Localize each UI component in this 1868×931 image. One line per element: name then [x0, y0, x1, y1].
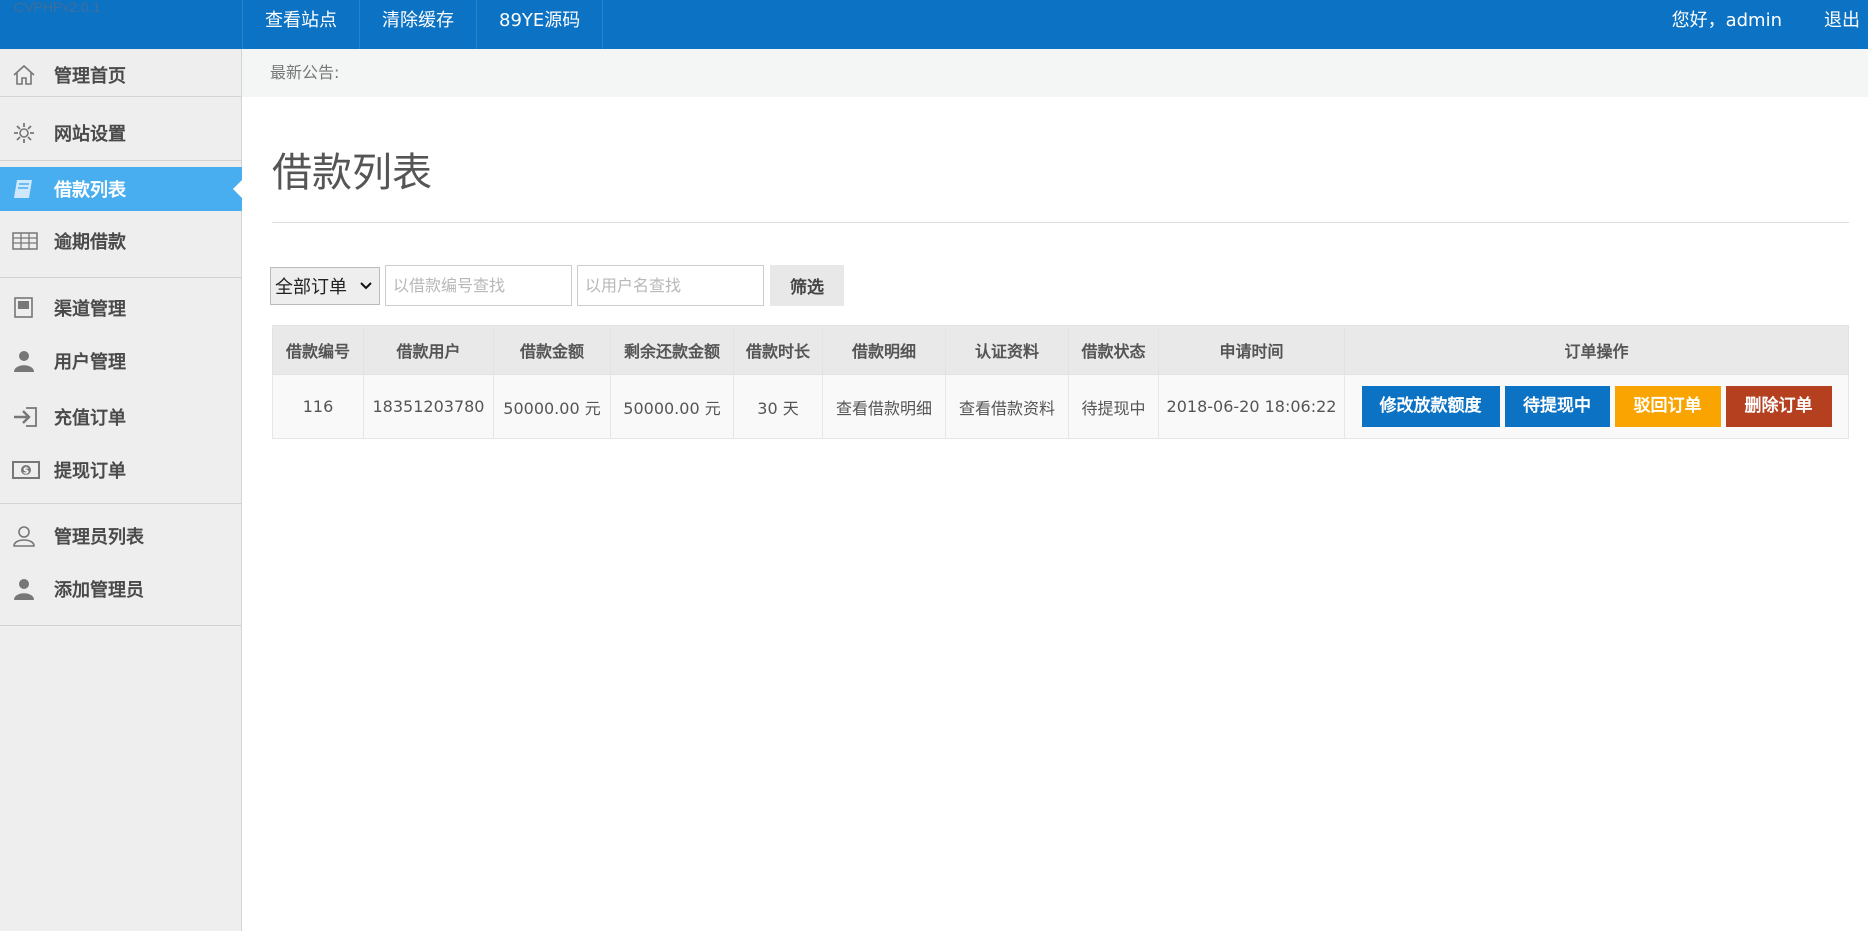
reject-order-button[interactable]: 驳回订单 [1614, 386, 1721, 427]
book-icon [12, 177, 42, 201]
sidebar-item-admin-list[interactable]: 管理员列表 [0, 514, 242, 558]
home-icon [12, 63, 42, 87]
sidebar-item-withdraw-orders[interactable]: $ 提现订单 [0, 448, 242, 492]
user-icon [12, 577, 42, 601]
col-header: 认证资料 [945, 325, 1069, 375]
view-site-link[interactable]: 查看站点 [242, 0, 359, 49]
col-header: 借款时长 [733, 325, 823, 375]
view-auth-docs-link[interactable]: 查看借款资料 [945, 374, 1069, 439]
sidebar-item-label: 借款列表 [54, 180, 126, 201]
gear-icon [12, 121, 42, 145]
source-link[interactable]: 89YE源码 [476, 0, 604, 49]
col-header: 订单操作 [1344, 325, 1849, 375]
sidebar-item-label: 提现订单 [54, 461, 126, 482]
sidebar-item-label: 添加管理员 [54, 580, 144, 601]
table-header-row: 借款编号 借款用户 借款金额 剩余还款金额 借款时长 借款明细 认证资料 借款状… [272, 325, 1849, 375]
user-outline-icon [12, 524, 42, 548]
sidebar-divider [0, 503, 242, 504]
col-header: 借款状态 [1068, 325, 1159, 375]
sidebar-item-label: 用户管理 [54, 352, 126, 373]
app-logo: CVPHPx2.0.1 [14, 0, 101, 15]
sidebar-divider [0, 160, 242, 161]
loan-user: 18351203780 [363, 374, 494, 439]
modify-amount-button[interactable]: 修改放款额度 [1361, 386, 1500, 427]
user-area: 您好，admin 退出 [1672, 0, 1868, 49]
sidebar-item-label: 管理首页 [54, 66, 126, 87]
page-title: 借款列表 [272, 150, 432, 196]
sidebar: 管理首页 网站设置 借款列表 逾期借款 渠道管理 用户管理 充值订单 $ 提现订… [0, 49, 243, 931]
loan-status: 待提现中 [1068, 374, 1159, 439]
loan-id: 116 [272, 374, 364, 439]
remaining-amount: 50000.00 元 [610, 374, 734, 439]
sidebar-item-overdue-loans[interactable]: 逾期借款 [0, 219, 242, 263]
notice-bar: 最新公告: [242, 49, 1868, 97]
pending-withdraw-button[interactable]: 待提现中 [1504, 386, 1610, 427]
chevron-down-icon [359, 275, 373, 296]
sidebar-item-label: 管理员列表 [54, 527, 144, 548]
col-header: 借款明细 [822, 325, 946, 375]
sidebar-item-label: 渠道管理 [54, 299, 126, 320]
sidebar-item-add-admin[interactable]: 添加管理员 [0, 567, 242, 611]
login-icon [12, 405, 42, 429]
money-icon: $ [12, 458, 42, 482]
col-header: 剩余还款金额 [610, 325, 734, 375]
sidebar-item-channel-management[interactable]: 渠道管理 [0, 286, 242, 330]
loan-table: 借款编号 借款用户 借款金额 剩余还款金额 借款时长 借款明细 认证资料 借款状… [272, 325, 1849, 439]
user-icon [12, 349, 42, 373]
loan-amount: 50000.00 元 [493, 374, 611, 439]
view-loan-detail-link[interactable]: 查看借款明细 [822, 374, 946, 439]
order-actions: 修改放款额度 待提现中 驳回订单 删除订单 [1344, 374, 1849, 439]
filter-button[interactable]: 筛选 [770, 265, 844, 306]
sidebar-item-loan-list[interactable]: 借款列表 [0, 167, 243, 211]
user-greeting: 您好，admin [1671, 10, 1782, 31]
sidebar-item-label: 充值订单 [54, 408, 126, 429]
top-bar: CVPHPx2.0.1 查看站点 清除缓存 89YE源码 您好，admin 退出 [0, 0, 1868, 49]
username-search[interactable] [577, 265, 764, 306]
logout-link[interactable]: 退出 [1824, 0, 1868, 49]
title-divider [272, 222, 1849, 223]
sidebar-item-home[interactable]: 管理首页 [0, 53, 242, 97]
sidebar-item-label: 逾期借款 [54, 232, 126, 253]
sidebar-divider [0, 96, 242, 97]
col-header: 借款编号 [272, 325, 364, 375]
order-number-search[interactable] [385, 265, 572, 306]
channel-icon [12, 296, 42, 320]
table-row: 116 18351203780 50000.00 元 50000.00 元 30… [272, 374, 1849, 439]
sidebar-item-label: 网站设置 [54, 124, 126, 145]
svg-text:$: $ [23, 467, 29, 477]
order-type-value: 全部订单 [275, 276, 347, 298]
sidebar-divider [0, 277, 242, 278]
top-nav: 查看站点 清除缓存 89YE源码 [242, 0, 604, 49]
col-header: 借款用户 [363, 325, 494, 375]
loan-duration: 30 天 [733, 374, 823, 439]
table-icon [12, 229, 42, 253]
delete-order-button[interactable]: 删除订单 [1725, 386, 1832, 427]
sidebar-divider [0, 625, 242, 626]
sidebar-item-recharge-orders[interactable]: 充值订单 [0, 395, 242, 439]
apply-time: 2018-06-20 18:06:22 [1158, 374, 1345, 439]
sidebar-item-user-management[interactable]: 用户管理 [0, 339, 242, 383]
col-header: 借款金额 [493, 325, 611, 375]
sidebar-item-site-settings[interactable]: 网站设置 [0, 111, 242, 155]
filter-bar: 全部订单 筛选 [270, 265, 844, 306]
col-header: 申请时间 [1158, 325, 1345, 375]
order-type-select[interactable]: 全部订单 [270, 266, 380, 305]
clear-cache-link[interactable]: 清除缓存 [359, 0, 476, 49]
